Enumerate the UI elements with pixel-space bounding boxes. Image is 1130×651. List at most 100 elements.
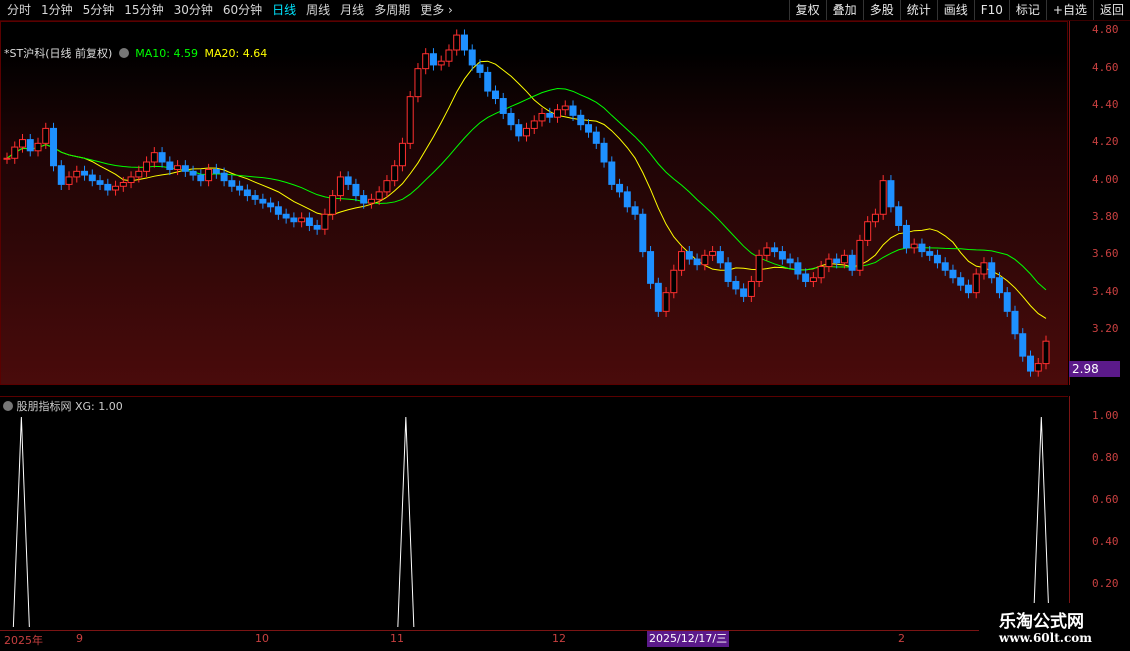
candle[interactable] bbox=[647, 246, 655, 289]
candle[interactable] bbox=[585, 119, 593, 138]
candle[interactable] bbox=[414, 63, 422, 103]
candle[interactable] bbox=[236, 180, 244, 196]
candle[interactable] bbox=[554, 104, 562, 123]
candle[interactable] bbox=[887, 175, 895, 213]
candle[interactable] bbox=[429, 48, 437, 71]
candle[interactable] bbox=[670, 264, 678, 299]
candle[interactable] bbox=[422, 48, 430, 75]
toolbar-button[interactable]: 复权 bbox=[788, 0, 826, 20]
candle[interactable] bbox=[732, 275, 740, 295]
candle[interactable] bbox=[616, 178, 624, 198]
period-tab[interactable]: 1分钟 bbox=[36, 0, 78, 20]
period-tab[interactable]: 15分钟 bbox=[119, 0, 168, 20]
candle[interactable] bbox=[212, 163, 220, 179]
candle[interactable] bbox=[771, 242, 779, 258]
candle[interactable] bbox=[119, 176, 127, 192]
candle[interactable] bbox=[763, 242, 771, 261]
period-tab[interactable]: 周线 bbox=[301, 0, 335, 20]
candle[interactable] bbox=[197, 169, 205, 187]
candle[interactable] bbox=[50, 122, 58, 172]
candle[interactable] bbox=[685, 246, 693, 265]
candle[interactable] bbox=[104, 178, 112, 196]
candle[interactable] bbox=[561, 100, 569, 116]
candle[interactable] bbox=[740, 283, 748, 302]
candle[interactable] bbox=[259, 193, 267, 209]
candle[interactable] bbox=[383, 175, 391, 198]
candle[interactable] bbox=[305, 212, 313, 232]
period-tab[interactable]: 5分钟 bbox=[78, 0, 120, 20]
candle[interactable] bbox=[786, 253, 794, 269]
candle[interactable] bbox=[476, 59, 484, 78]
candle[interactable] bbox=[437, 55, 445, 71]
indicator-settings-icon[interactable] bbox=[3, 401, 13, 411]
candle[interactable] bbox=[1019, 328, 1027, 362]
candle[interactable] bbox=[150, 147, 158, 168]
toolbar-button[interactable]: 画线 bbox=[936, 0, 974, 20]
panel-divider[interactable] bbox=[0, 385, 1068, 396]
candle[interactable] bbox=[406, 91, 414, 149]
candle[interactable] bbox=[298, 212, 306, 228]
candle[interactable] bbox=[34, 137, 42, 157]
candle[interactable] bbox=[507, 107, 515, 131]
candle[interactable] bbox=[833, 253, 841, 269]
period-tab[interactable]: 日线 bbox=[267, 0, 301, 20]
candle[interactable] bbox=[879, 175, 887, 220]
candle[interactable] bbox=[864, 216, 872, 246]
candle[interactable] bbox=[523, 122, 530, 142]
candle[interactable] bbox=[515, 119, 523, 142]
candle[interactable] bbox=[538, 107, 546, 127]
candlestick-chart[interactable] bbox=[1, 22, 1069, 386]
candle[interactable] bbox=[530, 115, 538, 134]
candle[interactable] bbox=[329, 190, 337, 220]
candle[interactable] bbox=[112, 180, 120, 196]
candle[interactable] bbox=[1026, 350, 1034, 377]
candle[interactable] bbox=[352, 178, 360, 202]
candle[interactable] bbox=[949, 264, 957, 284]
candle[interactable] bbox=[344, 171, 352, 190]
candle[interactable] bbox=[972, 268, 980, 299]
candle[interactable] bbox=[143, 156, 151, 177]
candle[interactable] bbox=[398, 137, 406, 172]
candle[interactable] bbox=[181, 160, 189, 177]
period-tab[interactable]: 分时 bbox=[2, 0, 36, 20]
candle[interactable] bbox=[802, 268, 810, 288]
period-tab[interactable]: 60分钟 bbox=[218, 0, 267, 20]
period-tab[interactable]: 30分钟 bbox=[169, 0, 218, 20]
candle[interactable] bbox=[871, 208, 879, 228]
candle[interactable] bbox=[81, 165, 89, 181]
candle[interactable] bbox=[205, 163, 213, 187]
candle[interactable] bbox=[693, 253, 701, 271]
candle[interactable] bbox=[1003, 287, 1011, 317]
candle[interactable] bbox=[895, 201, 903, 232]
candle[interactable] bbox=[290, 212, 298, 228]
toolbar-button[interactable]: 多股 bbox=[862, 0, 900, 20]
candle[interactable] bbox=[608, 156, 616, 190]
candle[interactable] bbox=[825, 253, 833, 273]
candle[interactable] bbox=[678, 246, 686, 276]
candle[interactable] bbox=[391, 160, 399, 187]
candle[interactable] bbox=[623, 186, 631, 213]
candle[interactable] bbox=[282, 208, 290, 224]
candle[interactable] bbox=[848, 249, 856, 276]
candle[interactable] bbox=[941, 257, 949, 276]
candle[interactable] bbox=[484, 66, 492, 97]
indicator-panel[interactable] bbox=[0, 396, 1068, 631]
candle[interactable] bbox=[166, 156, 174, 176]
candle[interactable] bbox=[243, 184, 251, 202]
candle[interactable] bbox=[957, 272, 965, 291]
candle[interactable] bbox=[26, 134, 34, 157]
candle[interactable] bbox=[88, 169, 96, 187]
candle[interactable] bbox=[11, 141, 19, 164]
candle[interactable] bbox=[592, 126, 600, 149]
candle[interactable] bbox=[778, 246, 786, 265]
candle[interactable] bbox=[716, 246, 724, 269]
settings-icon[interactable] bbox=[118, 48, 129, 58]
candle[interactable] bbox=[73, 165, 81, 183]
candle[interactable] bbox=[336, 171, 344, 202]
candle[interactable] bbox=[158, 147, 166, 168]
candle[interactable] bbox=[367, 193, 375, 209]
candle[interactable] bbox=[809, 272, 817, 288]
candle[interactable] bbox=[701, 249, 709, 271]
candle[interactable] bbox=[3, 152, 11, 164]
toolbar-button[interactable]: 叠加 bbox=[825, 0, 863, 20]
